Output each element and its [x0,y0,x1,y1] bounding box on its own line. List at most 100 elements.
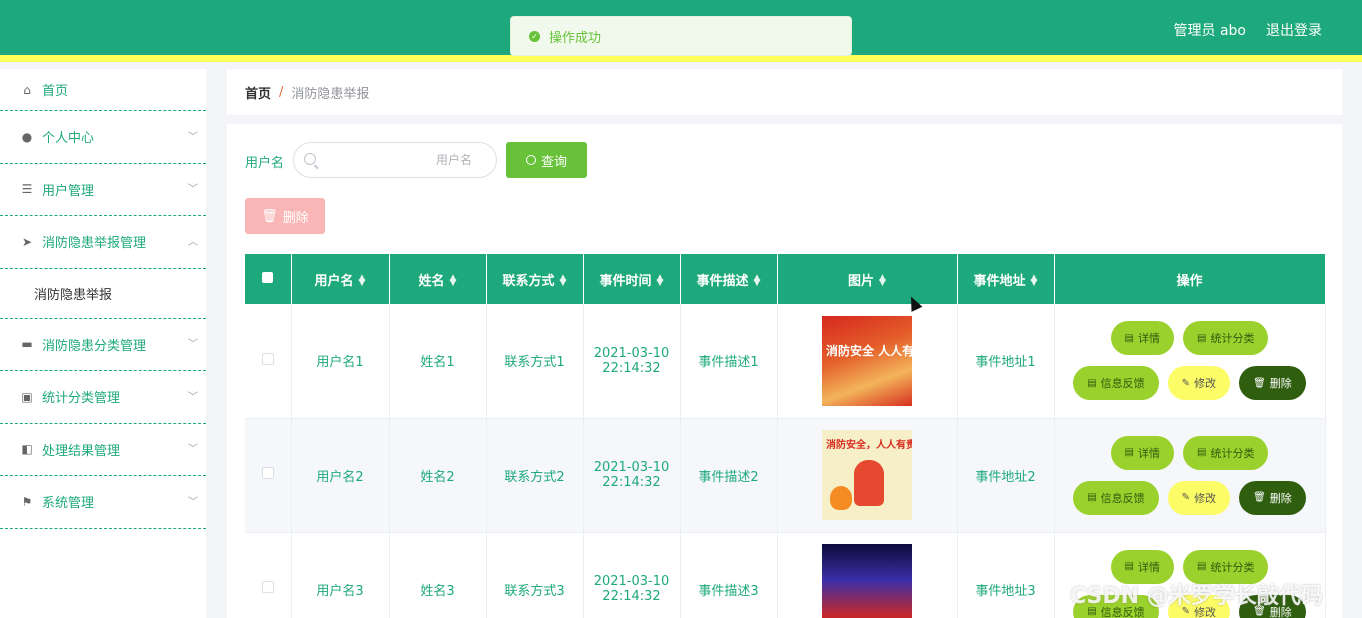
sidebar-item-system[interactable]: ⚑ 系统管理 ﹀ [0,476,206,529]
header-label: 图片 [848,273,875,289]
sort-icon[interactable]: ▲ ▼ [560,274,567,288]
document-icon: ▤ [1197,332,1207,344]
cell-operations: ▤ 详情 ▤ 统计分类 ▤ 信息反馈 ✎ 修改 🗑 删除 [1054,418,1326,533]
chevron-up-icon: ︿ [188,236,198,248]
row-select-cell[interactable] [245,418,292,533]
main-card: 用户名 查询 🗑 删除 用户名 ▲▼ 姓名 ▲▼ 联系方式 ▲▼ 事件时间 ▲▼ 事件描… [227,124,1342,618]
cell-clock: 22:14:32 [602,360,661,376]
sort-icon[interactable]: ▲ ▼ [359,274,366,288]
header-username[interactable]: 用户名 ▲ ▼ [291,254,390,304]
query-button[interactable]: 查询 [506,142,587,178]
document-icon: ▤ [1124,332,1134,344]
batch-delete-button[interactable]: 🗑 删除 [245,198,325,234]
header-label: 用户名 [314,273,354,289]
cell-time: 2021-03-10 22:14:32 [583,532,681,618]
sort-icon[interactable]: ▲ ▼ [450,274,457,288]
stat-category-button[interactable]: ▤ 统计分类 [1183,321,1269,356]
sidebar-subitem-label: 消防隐患举报 [34,287,113,303]
admin-label: 管理员 abo [1173,23,1246,39]
sidebar-item-label: 消防隐患分类管理 [42,338,147,354]
header-label: 联系方式 [502,273,555,289]
feedback-button[interactable]: ▤ 信息反馈 [1073,366,1159,401]
sidebar-item-hazard-report[interactable]: ➤ 消防隐患举报管理 ︿ [0,216,206,269]
row-checkbox[interactable] [261,467,274,479]
sidebar-item-hazard-category[interactable]: ▬ 消防隐患分类管理 ﹀ [0,319,206,371]
edit-button[interactable]: ✎ 修改 [1167,480,1231,515]
delete-label: 删除 [1269,491,1292,505]
search-box[interactable] [293,142,497,178]
cell-desc: 事件描述3 [680,532,778,618]
feedback-button[interactable]: ▤ 信息反馈 [1073,480,1159,515]
detail-button[interactable]: ▤ 详情 [1110,435,1174,470]
row-checkbox[interactable] [261,581,274,593]
sidebar-item-stat-category[interactable]: ▣ 统计分类管理 ﹀ [0,371,206,424]
sort-icon[interactable]: ▲ ▼ [754,274,761,288]
fire-safety-banner-image[interactable] [822,544,912,618]
detail-button[interactable]: ▤ 详情 [1110,321,1174,356]
detail-label: 详情 [1138,332,1160,346]
breadcrumb: 首页 / 消防隐患举报 [227,69,1342,115]
sidebar-item-label: 个人中心 [42,131,95,147]
row-select-cell[interactable] [245,532,292,618]
suitcase-icon: ◧ [21,442,33,457]
sort-icon[interactable]: ▲ ▼ [657,274,664,288]
sidebar-item-home[interactable]: ⌂ 首页 [0,69,206,111]
stat-category-button[interactable]: ▤ 统计分类 [1183,435,1269,470]
header-operations: 操作 [1054,254,1326,304]
send-icon: ➤ [21,234,33,249]
user-area: 管理员 abo 退出登录 [1174,20,1322,40]
table-row: 用户名2 姓名2 联系方式2 2021-03-10 22:14:32 事件描述2 … [245,418,1326,533]
operation-row: ▤ 信息反馈 ✎ 修改 🗑 删除 [1073,366,1306,401]
header-select-all[interactable] [245,254,292,304]
feedback-label: 信息反馈 [1100,491,1145,505]
row-checkbox[interactable] [261,352,274,365]
header-time[interactable]: 事件时间 ▲ ▼ [583,254,681,304]
chevron-down-icon: ﹀ [188,339,198,351]
header-name[interactable]: 姓名 ▲ ▼ [389,254,487,304]
sidebar-item-personal[interactable]: ● 个人中心 ﹀ [0,111,206,164]
cell-time: 2021-03-10 22:14:32 [583,304,681,419]
breadcrumb-home[interactable]: 首页 [245,83,271,102]
watermark: CSDN @米罗学长敲代码 [1070,584,1323,609]
logout-link[interactable]: 退出登录 [1266,20,1322,40]
edit-button[interactable]: ✎ 修改 [1167,366,1231,401]
header-desc[interactable]: 事件描述 ▲ ▼ [680,254,778,304]
flame-graphic [830,486,852,510]
list-icon: ☰ [21,182,33,197]
header-address[interactable]: 事件地址 ▲ ▼ [957,254,1055,304]
pencil-icon: ✎ [1181,492,1191,503]
header-picture[interactable]: 图片 ▲ ▼ [777,254,958,304]
search-input[interactable] [324,151,472,169]
delete-button[interactable]: 🗑 删除 [1239,480,1306,515]
firefighter-cartoon-image[interactable]: 消防安全，人人有责 [822,430,912,520]
cell-operations: ▤ 详情 ▤ 统计分类 ▤ 信息反馈 ✎ 修改 🗑 删除 [1054,304,1326,419]
cell-name: 姓名1 [389,304,487,419]
sidebar-item-users[interactable]: ☰ 用户管理 ﹀ [0,164,206,216]
check-icon: ✓ [529,30,540,42]
header-label: 姓名 [418,273,445,289]
cell-username: 用户名3 [291,532,390,618]
fire-safety-poster-image[interactable]: 消防安全 人人有责 [822,315,912,406]
sidebar-subitem-hazard-report[interactable]: 消防隐患举报 [0,269,206,319]
select-all-checkbox[interactable] [262,271,274,283]
edit-label: 修改 [1194,491,1217,505]
stat-label: 统计分类 [1210,446,1255,460]
trash-icon: 🗑 [261,208,278,224]
cell-contact: 联系方式3 [486,532,584,618]
delete-label: 删除 [1269,377,1292,391]
cell-name: 姓名3 [389,532,487,618]
delete-button[interactable]: 🗑 删除 [1239,366,1306,401]
trash-icon: 🗑 [1253,377,1266,389]
header-label: 事件地址 [973,273,1026,289]
sort-icon[interactable]: ▲ ▼ [1031,274,1038,288]
cell-address: 事件地址1 [957,304,1055,419]
sort-icon[interactable]: ▲ ▼ [879,274,886,288]
sidebar-item-label: 统计分类管理 [42,391,121,407]
row-select-cell[interactable] [245,304,292,419]
user-icon: ● [21,129,33,144]
table-header-row: 用户名 ▲ ▼ 姓名 ▲ ▼ 联系方式 ▲ ▼ 事件时间 ▲ ▼ 事件描述 ▲ ▼ 图片 ▲ ▼ 事件地… [245,254,1326,304]
header-contact[interactable]: 联系方式 ▲ ▼ [486,254,584,304]
sidebar-item-label: 处理结果管理 [42,443,121,459]
home-icon: ⌂ [23,82,31,97]
sidebar-item-result[interactable]: ◧ 处理结果管理 ﹀ [0,424,206,476]
